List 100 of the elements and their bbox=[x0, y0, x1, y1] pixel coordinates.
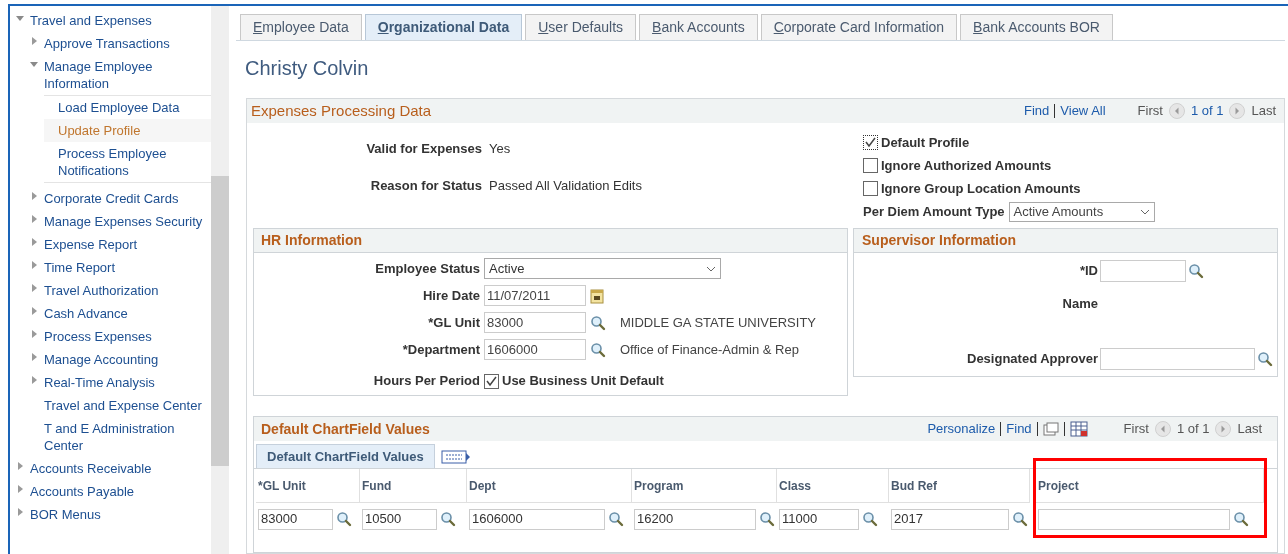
field-value: Yes bbox=[489, 140, 511, 158]
checkbox[interactable] bbox=[863, 158, 878, 173]
menu-item[interactable]: Travel and Expense Center bbox=[44, 394, 202, 417]
field-label: Reason for Status bbox=[369, 176, 482, 195]
collapsed-arrow-icon[interactable] bbox=[30, 215, 38, 223]
next-icon[interactable] bbox=[1215, 421, 1232, 437]
search-icon[interactable] bbox=[1012, 511, 1028, 527]
input-field[interactable]: 16200 bbox=[634, 508, 756, 530]
checkbox-label: Ignore Group Location Amounts bbox=[881, 179, 1081, 198]
checkbox-label: Ignore Authorized Amounts bbox=[881, 156, 1052, 175]
search-icon[interactable] bbox=[608, 511, 624, 527]
input-field[interactable]: 10500 bbox=[362, 508, 437, 530]
input-field[interactable] bbox=[1038, 508, 1230, 530]
menu-item[interactable]: Accounts Receivable bbox=[30, 457, 152, 480]
employee-status-select[interactable]: Active bbox=[484, 258, 721, 279]
menu-item[interactable]: Travel Authorization bbox=[44, 279, 159, 302]
search-icon[interactable] bbox=[336, 511, 352, 527]
search-icon[interactable] bbox=[1188, 263, 1204, 279]
per-diem-select[interactable]: Active Amounts bbox=[1008, 202, 1155, 222]
tab[interactable]: Employee Data bbox=[240, 14, 362, 40]
search-icon[interactable] bbox=[1257, 350, 1273, 367]
expanded-arrow-icon[interactable] bbox=[16, 14, 24, 22]
collapsed-arrow-icon[interactable] bbox=[30, 376, 38, 384]
search-icon[interactable] bbox=[590, 341, 606, 358]
view-all-link[interactable]: View All bbox=[1060, 101, 1106, 121]
input-field[interactable]: 2017 bbox=[891, 508, 1009, 530]
collapsed-arrow-icon[interactable] bbox=[30, 353, 38, 361]
spreadsheet-icon[interactable] bbox=[1069, 421, 1088, 437]
scrollbar-thumb[interactable] bbox=[211, 176, 229, 466]
menu-item[interactable]: BOR Menus bbox=[30, 503, 101, 526]
next-icon[interactable] bbox=[1229, 103, 1246, 119]
search-icon[interactable] bbox=[590, 314, 606, 331]
input-field[interactable]: 1606000 bbox=[484, 339, 586, 360]
menu-item[interactable]: Cash Advance bbox=[44, 302, 128, 325]
column-header: Project bbox=[1036, 469, 1264, 503]
collapsed-arrow-icon[interactable] bbox=[16, 485, 24, 493]
search-icon[interactable] bbox=[440, 511, 456, 527]
collapsed-arrow-icon[interactable] bbox=[30, 284, 38, 292]
menu-item[interactable]: Accounts Payable bbox=[30, 480, 135, 503]
field-label: Employee Status bbox=[374, 259, 480, 278]
calendar-icon[interactable] bbox=[590, 287, 604, 304]
input-field[interactable]: 11000 bbox=[779, 508, 859, 530]
column-header: Program bbox=[632, 469, 777, 503]
menu-item[interactable]: Travel and Expenses bbox=[30, 9, 152, 32]
date-field[interactable]: 11/07/2011 bbox=[484, 285, 586, 306]
find-link[interactable]: Find bbox=[1024, 101, 1050, 121]
collapsed-arrow-icon[interactable] bbox=[16, 462, 24, 470]
input-field[interactable]: 83000 bbox=[484, 312, 586, 333]
collapsed-arrow-icon[interactable] bbox=[30, 330, 38, 338]
tab[interactable]: Bank Accounts BOR bbox=[960, 14, 1113, 40]
checkmark-icon bbox=[486, 375, 497, 387]
collapsed-arrow-icon[interactable] bbox=[16, 508, 24, 516]
find-link[interactable]: Find bbox=[1006, 419, 1032, 439]
checkbox[interactable] bbox=[484, 373, 499, 389]
first-label: First bbox=[1137, 102, 1163, 121]
new-window-icon[interactable] bbox=[1042, 422, 1059, 436]
menu-item[interactable]: Expense Report bbox=[44, 233, 138, 256]
input-field[interactable] bbox=[1100, 347, 1255, 370]
tab[interactable]: Bank Accounts bbox=[639, 14, 758, 40]
column-header: Bud Ref bbox=[889, 469, 1030, 503]
menu-item[interactable]: Manage Employee Information bbox=[44, 55, 207, 95]
column-header: Fund bbox=[360, 469, 467, 503]
collapsed-arrow-icon[interactable] bbox=[30, 307, 38, 315]
menu-item[interactable]: Approve Transactions bbox=[44, 32, 170, 55]
field-label: *GL Unit bbox=[427, 313, 480, 332]
collapsed-arrow-icon[interactable] bbox=[30, 238, 38, 246]
menu-item[interactable]: Real-Time Analysis bbox=[44, 371, 155, 394]
input-field[interactable]: 83000 bbox=[258, 508, 333, 530]
show-all-columns-icon[interactable] bbox=[440, 450, 471, 464]
search-icon[interactable] bbox=[1233, 511, 1249, 527]
column-header: Dept bbox=[467, 469, 632, 503]
menu-item[interactable]: Process Expenses bbox=[44, 325, 152, 348]
menu-item[interactable]: Load Employee Data bbox=[58, 96, 180, 119]
tab[interactable]: Corporate Card Information bbox=[760, 14, 958, 40]
collapsed-arrow-icon[interactable] bbox=[30, 37, 38, 45]
employee-name: Christy Colvin bbox=[245, 56, 370, 81]
expanded-arrow-icon[interactable] bbox=[30, 60, 38, 68]
personalize-link[interactable]: Personalize bbox=[927, 419, 996, 439]
menu-item[interactable]: Manage Accounting bbox=[44, 348, 159, 371]
field-value: Passed All Validation Edits bbox=[489, 176, 642, 195]
page-count: 1 of 1 bbox=[1176, 420, 1210, 439]
checkbox[interactable] bbox=[863, 181, 878, 196]
previous-icon[interactable] bbox=[1154, 421, 1171, 437]
collapsed-arrow-icon[interactable] bbox=[30, 261, 38, 269]
previous-icon[interactable] bbox=[1168, 103, 1185, 119]
menu-item[interactable]: T and E Administration Center bbox=[44, 417, 207, 457]
search-icon[interactable] bbox=[759, 511, 775, 527]
field-label: Valid for Expenses bbox=[365, 140, 482, 158]
grid-tab[interactable]: Default ChartField Values bbox=[256, 444, 435, 468]
input-field[interactable] bbox=[1100, 260, 1186, 282]
collapsed-arrow-icon[interactable] bbox=[30, 192, 38, 200]
input-field[interactable]: 1606000 bbox=[469, 508, 605, 530]
menu-item[interactable]: Time Report bbox=[44, 256, 116, 279]
menu-item[interactable]: Manage Expenses Security bbox=[44, 210, 203, 233]
search-icon[interactable] bbox=[862, 511, 878, 527]
menu-item[interactable]: Corporate Credit Cards bbox=[44, 187, 179, 210]
tab[interactable]: Organizational Data bbox=[364, 14, 523, 40]
checkbox[interactable] bbox=[863, 135, 878, 150]
tab[interactable]: User Defaults bbox=[525, 14, 637, 40]
menu-item[interactable]: Process Employee Notifications bbox=[58, 142, 207, 182]
